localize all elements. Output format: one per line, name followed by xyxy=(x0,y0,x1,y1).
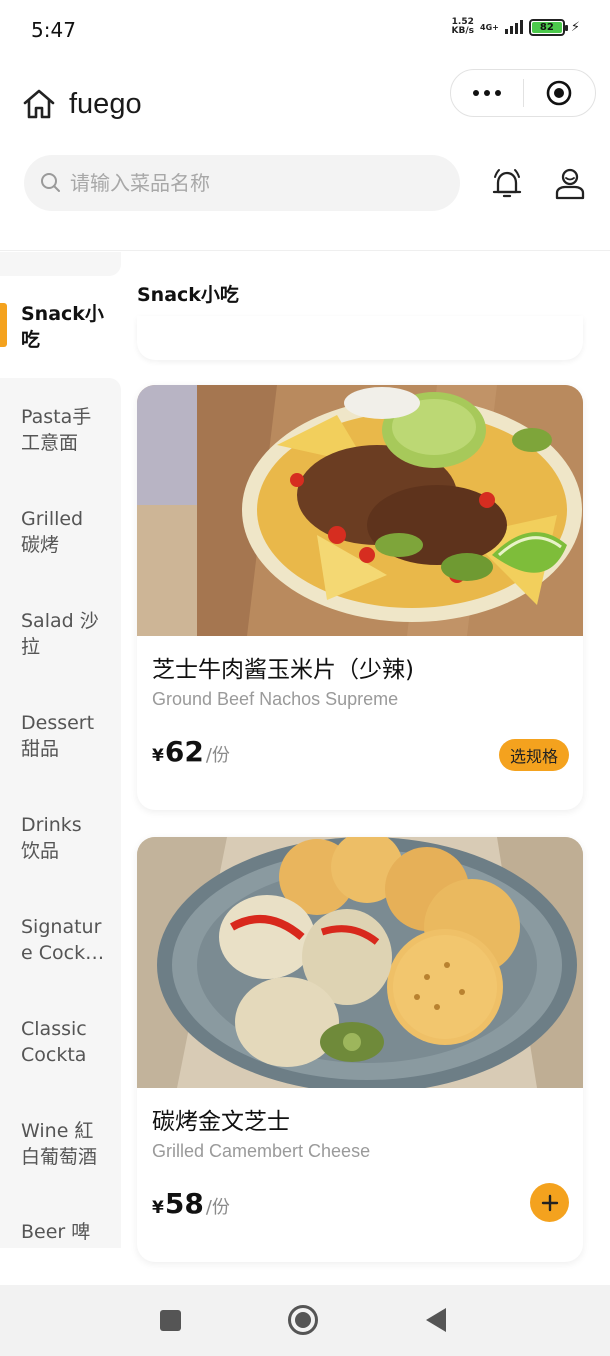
sidebar-item-beer[interactable]: Beer 啤 xyxy=(0,1195,121,1248)
plus-icon xyxy=(541,1194,558,1211)
home-icon[interactable] xyxy=(22,88,56,120)
search-icon xyxy=(41,173,60,192)
sidebar-item-label: Snack小吃 xyxy=(21,303,104,351)
net-speed-unit: KB/s xyxy=(451,26,475,36)
sidebar-item-wine[interactable]: Wine 紅白葡萄酒 xyxy=(0,1093,121,1195)
battery-level: 82 xyxy=(531,21,562,33)
dish-card-camembert[interactable]: 碳烤金文芝士 Grilled Camembert Cheese ¥ 58 /份 xyxy=(137,837,583,1262)
price-value: 62 xyxy=(164,735,204,768)
search-row xyxy=(0,155,610,213)
sidebar-item-drinks[interactable]: Drinks 饮品 xyxy=(0,787,121,889)
charging-icon: ⚡ xyxy=(570,19,580,35)
price-unit: /份 xyxy=(205,1197,230,1218)
dish-name-en: Grilled Camembert Cheese xyxy=(152,1141,371,1161)
select-spec-button[interactable]: 选规格 xyxy=(498,739,569,771)
active-indicator xyxy=(0,303,7,347)
recent-apps-icon[interactable] xyxy=(160,1310,181,1331)
category-sidebar: Snack小吃 Pasta手工意面 Grilled 碳烤 Salad 沙拉 De… xyxy=(0,252,121,1248)
dish-price: ¥ 62 /份 xyxy=(152,735,230,768)
dish-name-en: Ground Beef Nachos Supreme xyxy=(152,689,399,709)
search-input[interactable] xyxy=(70,171,410,195)
sidebar-item-label: Grilled 碳烤 xyxy=(21,508,84,556)
currency-symbol: ¥ xyxy=(152,1198,164,1218)
status-time: 5:47 xyxy=(31,18,76,42)
sidebar-item-snack[interactable]: Snack小吃 xyxy=(0,276,121,378)
sidebar-item-pasta[interactable]: Pasta手工意面 xyxy=(0,379,121,481)
sidebar-item-label: Salad 沙拉 xyxy=(21,610,99,658)
system-nav-bar xyxy=(0,1285,610,1356)
net-speed: 1.52 KB/s xyxy=(452,18,474,36)
signal-icon xyxy=(504,20,523,34)
more-dots-icon[interactable] xyxy=(451,70,523,116)
sidebar-item-label: Drinks 饮品 xyxy=(21,814,82,862)
header-divider xyxy=(0,250,610,251)
dish-price: ¥ 58 /份 xyxy=(152,1187,230,1220)
brand-title: fuego xyxy=(69,88,142,120)
sidebar-item-salad[interactable]: Salad 沙拉 xyxy=(0,583,121,685)
user-icon[interactable] xyxy=(554,167,586,201)
status-bar: 5:47 1.52 KB/s 4G+ 82 ⚡ xyxy=(0,0,610,60)
sidebar-item-dessert[interactable]: Dessert 甜品 xyxy=(0,685,121,787)
price-value: 58 xyxy=(164,1187,204,1220)
sidebar-item-grilled[interactable]: Grilled 碳烤 xyxy=(0,481,121,583)
add-to-cart-button[interactable] xyxy=(530,1183,569,1222)
target-icon[interactable] xyxy=(524,70,596,116)
mini-program-capsule xyxy=(450,69,596,117)
sidebar-item-label: Wine 紅白葡萄酒 xyxy=(21,1120,98,1168)
search-bar[interactable] xyxy=(24,155,460,211)
section-title: Snack小吃 xyxy=(137,284,239,306)
dish-list: Snack小吃 芝士牛肉酱玉米片（少辣) Ground Beef Nachos … xyxy=(121,252,610,1284)
dish-card-nachos[interactable]: 芝士牛肉酱玉米片（少辣) Ground Beef Nachos Supreme … xyxy=(137,385,583,810)
sidebar-item-label: Pasta手工意面 xyxy=(21,406,92,454)
previous-card-bottom xyxy=(137,316,583,360)
sidebar-item-signature-cocktails[interactable]: Signature Cock… xyxy=(0,889,121,991)
title-bar: fuego xyxy=(0,62,610,148)
battery-icon: 82 xyxy=(528,18,568,36)
sidebar-top-cap xyxy=(0,252,121,276)
dish-name-cn: 碳烤金文芝士 xyxy=(152,1109,290,1135)
bell-icon[interactable] xyxy=(490,167,524,201)
price-unit: /份 xyxy=(205,745,230,766)
home-button-icon[interactable] xyxy=(288,1305,318,1335)
sidebar-item-label: Signature Cock… xyxy=(21,916,105,964)
status-indicators: 1.52 KB/s 4G+ 82 ⚡ xyxy=(452,18,580,36)
network-type: 4G+ xyxy=(480,22,499,32)
currency-symbol: ¥ xyxy=(152,746,164,766)
sidebar-item-label: Dessert 甜品 xyxy=(21,712,95,760)
sidebar-item-classic-cocktails[interactable]: Classic Cocktai… xyxy=(0,991,121,1093)
dish-photo-nachos xyxy=(137,385,583,636)
dish-name-cn: 芝士牛肉酱玉米片（少辣) xyxy=(152,657,414,683)
sidebar-item-label: Beer 啤 xyxy=(21,1221,91,1243)
dish-photo-camembert xyxy=(137,837,583,1088)
app-screen: 5:47 1.52 KB/s 4G+ 82 ⚡ fuego 请输入菜品名称 Sn… xyxy=(0,0,610,1356)
back-icon[interactable] xyxy=(426,1308,446,1332)
sidebar-item-label: Classic Cocktai… xyxy=(21,1018,87,1066)
